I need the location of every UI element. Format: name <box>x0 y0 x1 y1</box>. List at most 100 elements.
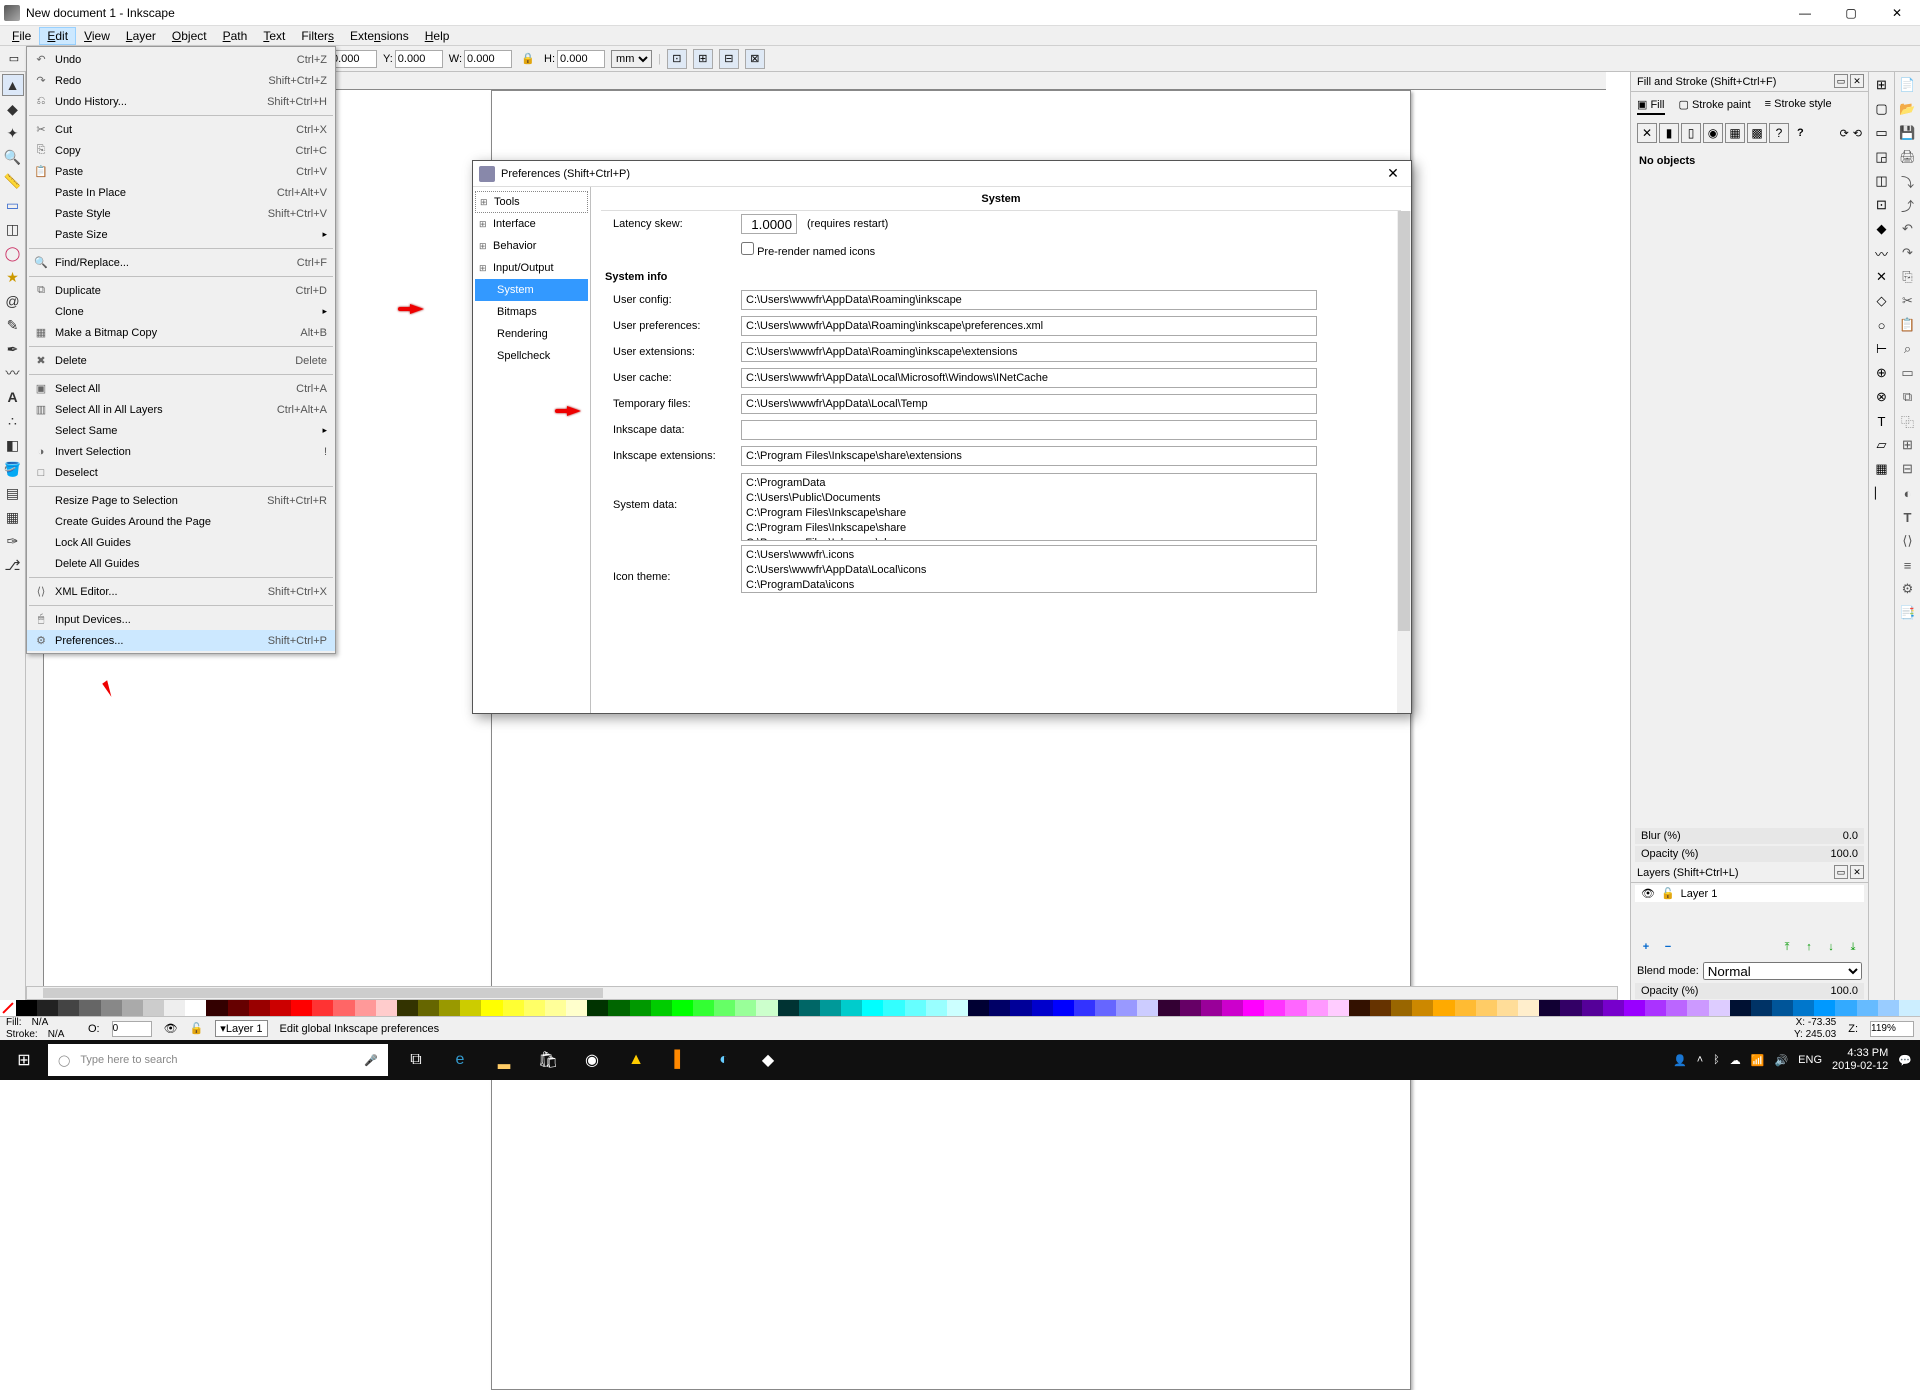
snap-page-icon[interactable]: ▱ <box>1871 434 1893 456</box>
bezier-tool[interactable]: ✒ <box>2 338 24 360</box>
menu-deselect[interactable]: □Deselect <box>27 462 335 483</box>
snap-bbox-icon[interactable]: ▢ <box>1871 98 1893 120</box>
tray-people-icon[interactable]: 👤 <box>1673 1054 1687 1067</box>
paint-pattern-icon[interactable]: ▦ <box>1725 123 1745 143</box>
palette-swatch[interactable] <box>79 1000 100 1016</box>
layers-minimize-icon[interactable]: ▭ <box>1834 865 1848 879</box>
snap-enable-icon[interactable]: ⊞ <box>1871 74 1893 96</box>
userext-input[interactable] <box>741 342 1317 362</box>
snap-edge-icon[interactable]: ▭ <box>1871 122 1893 144</box>
palette-swatch[interactable] <box>1793 1000 1814 1016</box>
palette-swatch[interactable] <box>206 1000 227 1016</box>
tray-lang[interactable]: ENG <box>1798 1054 1822 1066</box>
eraser-tool[interactable]: ◧ <box>2 434 24 456</box>
close-button[interactable]: ✕ <box>1874 0 1920 26</box>
status-layer-select[interactable]: ▾Layer 1 <box>215 1020 267 1037</box>
menu-paste-in-place[interactable]: Paste In PlaceCtrl+Alt+V <box>27 182 335 203</box>
opacity-value[interactable]: 100.0 <box>1830 848 1858 860</box>
palette-swatch[interactable] <box>16 1000 37 1016</box>
palette-swatch[interactable] <box>376 1000 397 1016</box>
selector-tool[interactable]: ▲ <box>2 74 24 96</box>
palette-swatch[interactable] <box>397 1000 418 1016</box>
menu-delete-guides[interactable]: Delete All Guides <box>27 553 335 574</box>
docprops-icon[interactable]: 📑 <box>1897 602 1919 624</box>
layer-up-button[interactable]: ↑ <box>1800 938 1818 956</box>
palette-swatch[interactable] <box>333 1000 354 1016</box>
units-select[interactable]: mm <box>611 50 652 68</box>
palette-swatch[interactable] <box>1328 1000 1349 1016</box>
palette-swatch[interactable] <box>1539 1000 1560 1016</box>
palette-swatch[interactable] <box>905 1000 926 1016</box>
menu-create-guides[interactable]: Create Guides Around the Page <box>27 511 335 532</box>
tweak-tool[interactable]: ✦ <box>2 122 24 144</box>
zoom-page-icon[interactable]: ▭ <box>1897 362 1919 384</box>
connector-tool[interactable]: ⎇ <box>2 554 24 576</box>
measure-tool[interactable]: 📏 <box>2 170 24 192</box>
paint-linear-icon[interactable]: ▯ <box>1681 123 1701 143</box>
store-icon[interactable]: 🛍 <box>528 1040 568 1080</box>
menu-invert-selection[interactable]: ◑Invert Selection! <box>27 441 335 462</box>
palette-swatch[interactable] <box>1730 1000 1751 1016</box>
menu-select-all-layers[interactable]: ▥Select All in All LayersCtrl+Alt+A <box>27 399 335 420</box>
paint-help-icon[interactable]: ? <box>1797 127 1804 139</box>
mic-icon[interactable]: 🎤 <box>364 1054 378 1067</box>
menu-find-replace[interactable]: 🔍Find/Replace...Ctrl+F <box>27 252 335 273</box>
ungroup-icon[interactable]: ⊟ <box>1897 458 1919 480</box>
affect-move-btn[interactable]: ⊡ <box>667 49 687 69</box>
tree-tools[interactable]: ⊞Tools <box>475 191 588 213</box>
paint-toggle1-icon[interactable]: ⟳ <box>1840 127 1849 140</box>
tree-interface[interactable]: ⊞Interface <box>475 213 588 235</box>
palette-swatch[interactable] <box>1497 1000 1518 1016</box>
palette-swatch[interactable] <box>1010 1000 1031 1016</box>
icontheme-listbox[interactable]: C:\Users\wwwfr\.icons C:\Users\wwwfr\App… <box>741 545 1317 593</box>
menu-undo[interactable]: ↶UndoCtrl+Z <box>27 49 335 70</box>
copy-icon[interactable]: ⎘ <box>1897 266 1919 288</box>
menu-delete[interactable]: ✖DeleteDelete <box>27 350 335 371</box>
palette-swatch[interactable] <box>1645 1000 1666 1016</box>
new-doc-icon[interactable]: 📄 <box>1897 74 1919 96</box>
clone-icon[interactable]: ⿻ <box>1897 410 1919 432</box>
tree-system[interactable]: System <box>475 279 588 301</box>
palette-swatch[interactable] <box>778 1000 799 1016</box>
x-input[interactable] <box>329 50 377 68</box>
palette-swatch[interactable] <box>122 1000 143 1016</box>
palette-swatch[interactable] <box>1158 1000 1179 1016</box>
xml-icon[interactable]: ⟨⟩ <box>1897 530 1919 552</box>
explorer-icon[interactable]: ▂ <box>484 1040 524 1080</box>
menu-select-same[interactable]: Select Same▸ <box>27 420 335 441</box>
pencil-tool[interactable]: ✎ <box>2 314 24 336</box>
minimize-button[interactable]: — <box>1782 0 1828 26</box>
layer-lock-icon[interactable]: 🔓 <box>1661 887 1675 900</box>
menu-file[interactable]: File <box>4 27 39 45</box>
palette-swatch[interactable] <box>1709 1000 1730 1016</box>
tray-notifications-icon[interactable]: 💬 <box>1898 1054 1912 1067</box>
palette-nofill[interactable] <box>0 1000 16 1016</box>
menu-paste-style[interactable]: Paste StyleShift+Ctrl+V <box>27 203 335 224</box>
palette-swatch[interactable] <box>185 1000 206 1016</box>
palette-swatch[interactable] <box>1137 1000 1158 1016</box>
prerender-checkbox[interactable]: Pre-render named icons <box>741 242 875 258</box>
palette-swatch[interactable] <box>164 1000 185 1016</box>
palette-swatch[interactable] <box>1053 1000 1074 1016</box>
w-input[interactable] <box>464 50 512 68</box>
zoom-fit-icon[interactable]: ⌕ <box>1897 338 1919 360</box>
palette-swatch[interactable] <box>608 1000 629 1016</box>
palette-swatch[interactable] <box>1603 1000 1624 1016</box>
palette-swatch[interactable] <box>1349 1000 1370 1016</box>
palette-swatch[interactable] <box>1772 1000 1793 1016</box>
spray-tool[interactable]: ∴ <box>2 410 24 432</box>
menu-input-devices[interactable]: 🖱Input Devices... <box>27 609 335 630</box>
tempfiles-input[interactable] <box>741 394 1317 414</box>
tray-up-icon[interactable]: ˄ <box>1697 1054 1703 1066</box>
palette-swatch[interactable] <box>1857 1000 1878 1016</box>
menu-layer[interactable]: Layer <box>118 27 164 45</box>
palette-swatch[interactable] <box>1222 1000 1243 1016</box>
app3-icon[interactable]: ◐ <box>704 1040 744 1080</box>
dock-close-icon[interactable]: ✕ <box>1850 74 1864 88</box>
palette-swatch[interactable] <box>481 1000 502 1016</box>
snap-rotation-icon[interactable]: ⊗ <box>1871 386 1893 408</box>
palette-swatch[interactable] <box>1455 1000 1476 1016</box>
palette-swatch[interactable] <box>989 1000 1010 1016</box>
layer-visible-icon[interactable]: 👁 <box>1641 887 1655 900</box>
palette-swatch[interactable] <box>1666 1000 1687 1016</box>
